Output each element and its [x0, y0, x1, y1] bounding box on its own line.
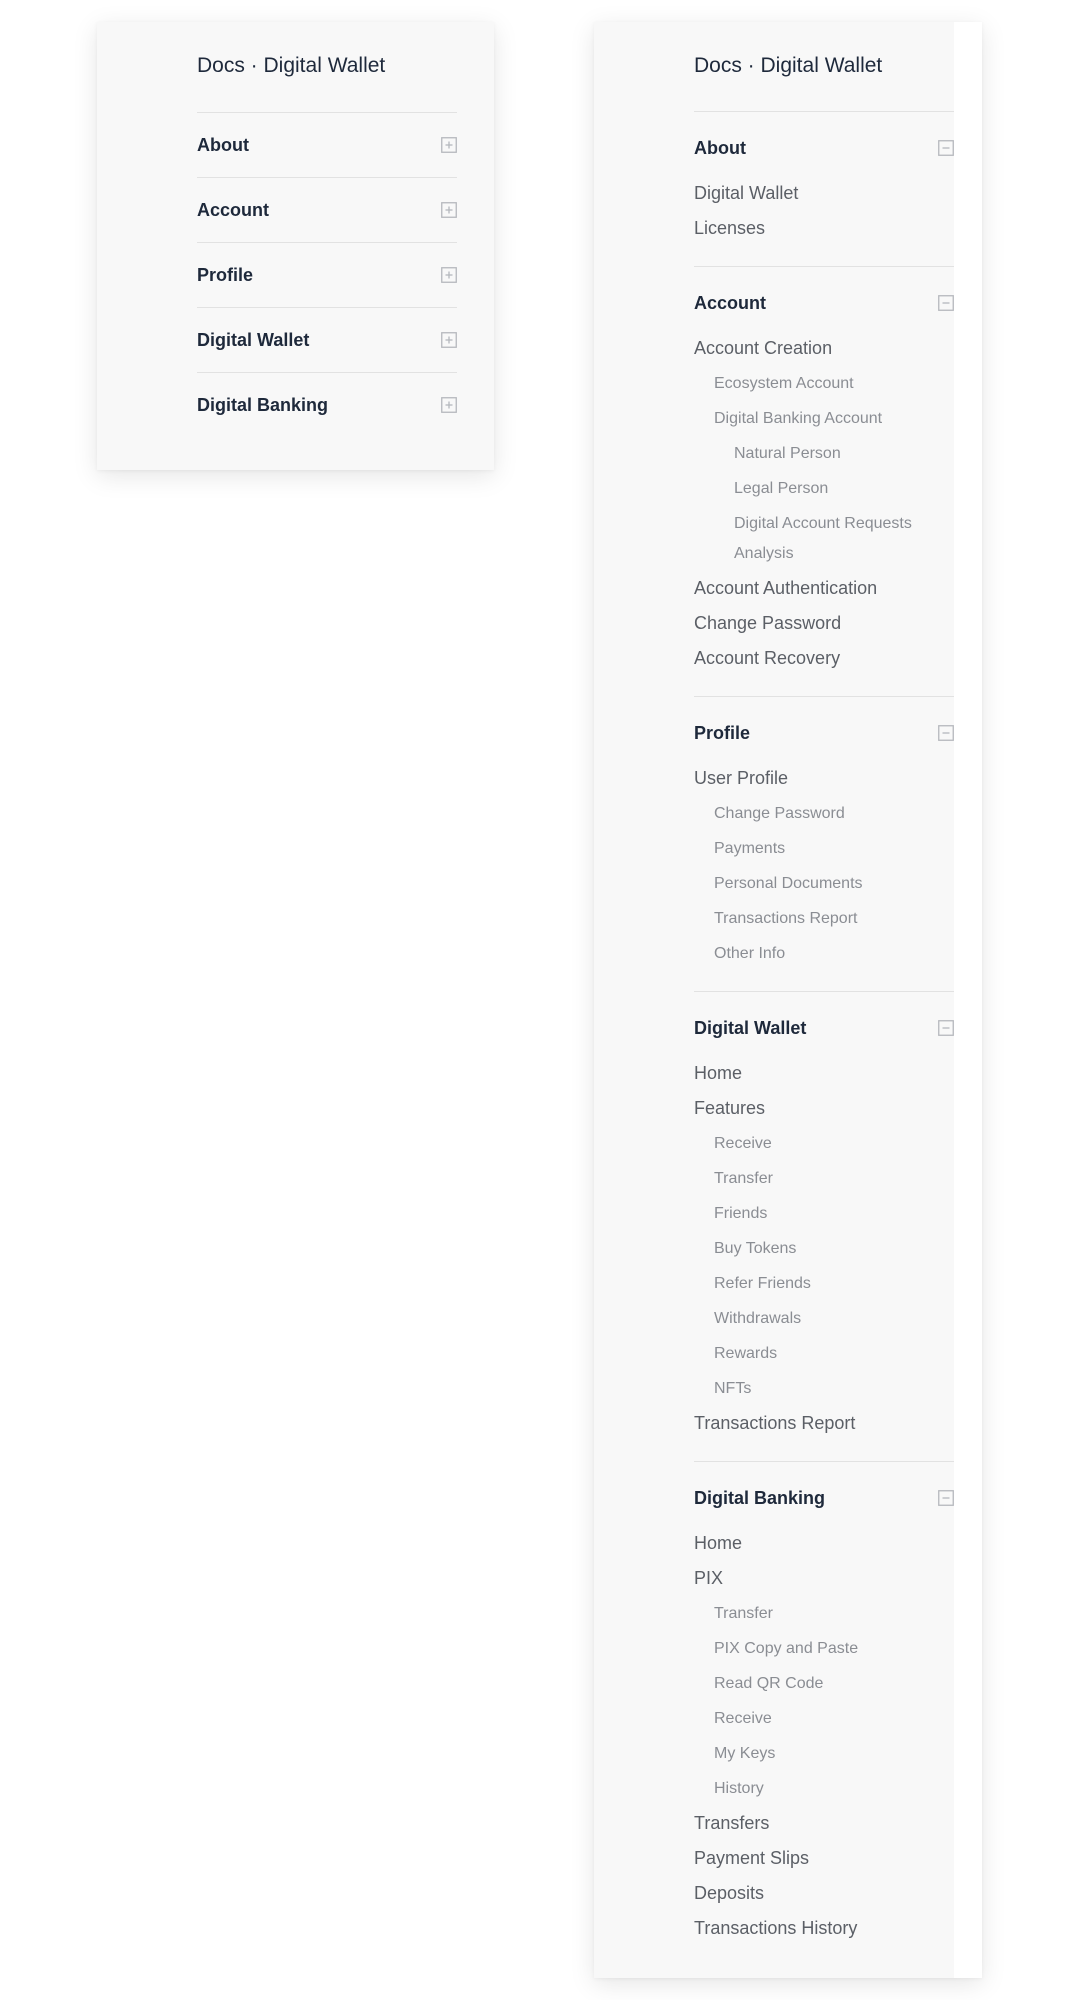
- plus-square-icon: [441, 332, 457, 348]
- divider: [694, 991, 954, 992]
- divider: [694, 696, 954, 697]
- section-toggle-account[interactable]: Account: [694, 275, 954, 331]
- section-label: Digital Banking: [197, 394, 329, 415]
- section-toggle-account[interactable]: Account: [197, 178, 457, 242]
- profile-items: User Profile Change Password Payments Pe…: [694, 761, 954, 991]
- section-toggle-digital-wallet[interactable]: Digital Wallet: [694, 1000, 954, 1056]
- minus-square-icon: [938, 1490, 954, 1506]
- nav-link-payments[interactable]: Payments: [694, 831, 954, 866]
- divider: [694, 266, 954, 267]
- nav-link-user-profile[interactable]: User Profile: [694, 761, 954, 796]
- nav-link-change-password[interactable]: Change Password: [694, 606, 954, 641]
- collapsed-nav: About Account Profile Digital Wallet Dig…: [197, 112, 457, 437]
- nav-link-legal-person[interactable]: Legal Person: [694, 471, 954, 506]
- digital-banking-items: Home PIX Transfer PIX Copy and Paste Rea…: [694, 1526, 954, 1966]
- nav-link-friends[interactable]: Friends: [694, 1196, 954, 1231]
- nav-link-withdrawals[interactable]: Withdrawals: [694, 1301, 954, 1336]
- nav-link-my-keys[interactable]: My Keys: [694, 1736, 954, 1771]
- nav-link-nfts[interactable]: NFTs: [694, 1371, 954, 1406]
- nav-link-digital-account-requests-analysis[interactable]: Digital Account Requests Analysis: [694, 506, 954, 571]
- nav-link-account-authentication[interactable]: Account Authentication: [694, 571, 954, 606]
- nav-link-home[interactable]: Home: [694, 1056, 954, 1091]
- plus-square-icon: [441, 137, 457, 153]
- nav-link-account-creation[interactable]: Account Creation: [694, 331, 954, 366]
- account-items: Account Creation Ecosystem Account Digit…: [694, 331, 954, 696]
- nav-link-transactions-report[interactable]: Transactions Report: [694, 901, 954, 936]
- section-toggle-about[interactable]: About: [694, 120, 954, 176]
- section-label: Profile: [694, 722, 751, 743]
- section-label: Digital Banking: [694, 1487, 826, 1508]
- nav-link-natural-person[interactable]: Natural Person: [694, 436, 954, 471]
- section-toggle-digital-banking[interactable]: Digital Banking: [197, 373, 457, 437]
- section-label: Digital Wallet: [197, 329, 310, 350]
- nav-link-ecosystem-account[interactable]: Ecosystem Account: [694, 366, 954, 401]
- nav-link-digital-wallet[interactable]: Digital Wallet: [694, 176, 954, 211]
- divider: [694, 1461, 954, 1462]
- nav-link-deposits[interactable]: Deposits: [694, 1876, 954, 1911]
- nav-link-buy-tokens[interactable]: Buy Tokens: [694, 1231, 954, 1266]
- nav-link-read-qr-code[interactable]: Read QR Code: [694, 1666, 954, 1701]
- nav-link-change-password[interactable]: Change Password: [694, 796, 954, 831]
- section-label: Profile: [197, 264, 254, 285]
- nav-link-personal-documents[interactable]: Personal Documents: [694, 866, 954, 901]
- plus-square-icon: [441, 267, 457, 283]
- plus-square-icon: [441, 397, 457, 413]
- nav-link-features[interactable]: Features: [694, 1091, 954, 1126]
- section-toggle-profile[interactable]: Profile: [694, 705, 954, 761]
- nav-link-pix-receive[interactable]: Receive: [694, 1701, 954, 1736]
- digital-wallet-items: Home Features Receive Transfer Friends B…: [694, 1056, 954, 1461]
- minus-square-icon: [938, 1020, 954, 1036]
- nav-link-pix-copy-and-paste[interactable]: PIX Copy and Paste: [694, 1631, 954, 1666]
- minus-square-icon: [938, 140, 954, 156]
- nav-link-transactions-report[interactable]: Transactions Report: [694, 1406, 954, 1441]
- nav-link-licenses[interactable]: Licenses: [694, 211, 954, 246]
- section-toggle-about[interactable]: About: [197, 113, 457, 177]
- expanded-nav: About Digital Wallet Licenses Account Ac…: [694, 111, 954, 1966]
- site-title[interactable]: Docs · Digital Wallet: [197, 54, 385, 78]
- nav-link-refer-friends[interactable]: Refer Friends: [694, 1266, 954, 1301]
- minus-square-icon: [938, 295, 954, 311]
- minus-square-icon: [938, 725, 954, 741]
- about-items: Digital Wallet Licenses: [694, 176, 954, 266]
- site-title[interactable]: Docs · Digital Wallet: [694, 54, 882, 78]
- nav-link-pix-transfer[interactable]: Transfer: [694, 1596, 954, 1631]
- nav-link-transactions-history[interactable]: Transactions History: [694, 1911, 954, 1946]
- nav-link-digital-banking-account[interactable]: Digital Banking Account: [694, 401, 954, 436]
- expanded-sidebar: Docs · Digital Wallet About Digital Wall…: [594, 22, 982, 1978]
- section-toggle-profile[interactable]: Profile: [197, 243, 457, 307]
- nav-link-account-recovery[interactable]: Account Recovery: [694, 641, 954, 676]
- divider: [694, 111, 954, 112]
- nav-link-rewards[interactable]: Rewards: [694, 1336, 954, 1371]
- section-toggle-digital-banking[interactable]: Digital Banking: [694, 1470, 954, 1526]
- section-label: Account: [197, 199, 269, 220]
- section-label: Digital Wallet: [694, 1017, 807, 1038]
- section-label: Account: [694, 292, 766, 313]
- nav-link-transfer[interactable]: Transfer: [694, 1161, 954, 1196]
- plus-square-icon: [441, 202, 457, 218]
- nav-link-history[interactable]: History: [694, 1771, 954, 1806]
- nav-link-pix[interactable]: PIX: [694, 1561, 954, 1596]
- section-label: About: [197, 134, 249, 155]
- nav-link-payment-slips[interactable]: Payment Slips: [694, 1841, 954, 1876]
- collapsed-sidebar: Docs · Digital Wallet About Account Prof…: [97, 22, 494, 470]
- scroll-gutter: [954, 22, 982, 1978]
- nav-link-transfers[interactable]: Transfers: [694, 1806, 954, 1841]
- nav-link-other-info[interactable]: Other Info: [694, 936, 954, 971]
- section-toggle-digital-wallet[interactable]: Digital Wallet: [197, 308, 457, 372]
- section-label: About: [694, 137, 746, 158]
- nav-link-receive[interactable]: Receive: [694, 1126, 954, 1161]
- nav-link-home[interactable]: Home: [694, 1526, 954, 1561]
